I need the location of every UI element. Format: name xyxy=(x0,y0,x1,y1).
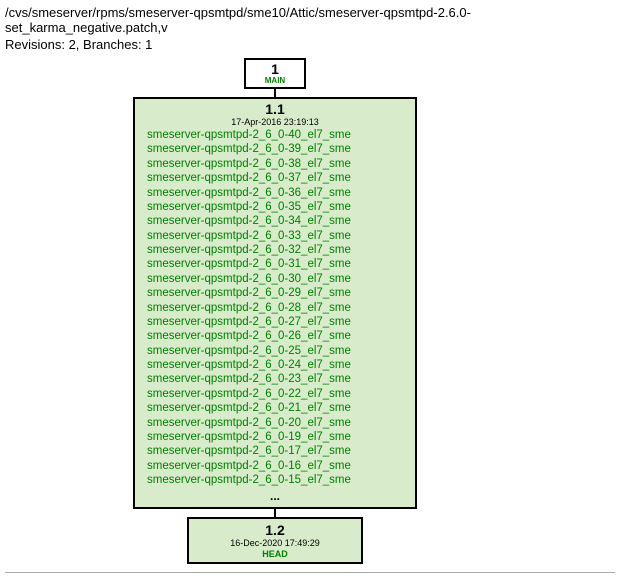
tag-item: smeserver-qpsmtpd-2_6_0-34_el7_sme xyxy=(147,214,403,228)
tag-item: smeserver-qpsmtpd-2_6_0-40_el7_sme xyxy=(147,128,403,142)
more-tags-ellipsis: ... xyxy=(145,489,405,503)
tag-item: smeserver-qpsmtpd-2_6_0-23_el7_sme xyxy=(147,372,403,386)
tag-item: smeserver-qpsmtpd-2_6_0-33_el7_sme xyxy=(147,229,403,243)
head-label: HEAD xyxy=(195,549,355,559)
tag-item: smeserver-qpsmtpd-2_6_0-17_el7_sme xyxy=(147,444,403,458)
branch-label-main: MAIN xyxy=(246,77,304,85)
file-path: /cvs/smeserver/rpms/smeserver-qpsmtpd/sm… xyxy=(5,5,615,35)
revision-node-1-2[interactable]: 1.2 16-Dec-2020 17:49:29 HEAD xyxy=(187,517,363,564)
tag-item: smeserver-qpsmtpd-2_6_0-25_el7_sme xyxy=(147,344,403,358)
tag-item: smeserver-qpsmtpd-2_6_0-22_el7_sme xyxy=(147,387,403,401)
tag-item: smeserver-qpsmtpd-2_6_0-31_el7_sme xyxy=(147,257,403,271)
divider-line xyxy=(5,572,615,573)
tag-item: smeserver-qpsmtpd-2_6_0-24_el7_sme xyxy=(147,358,403,372)
tag-item: smeserver-qpsmtpd-2_6_0-20_el7_sme xyxy=(147,416,403,430)
connector-line xyxy=(274,89,276,97)
tag-item: smeserver-qpsmtpd-2_6_0-15_el7_sme xyxy=(147,473,403,487)
tag-item: smeserver-qpsmtpd-2_6_0-29_el7_sme xyxy=(147,286,403,300)
tag-item: smeserver-qpsmtpd-2_6_0-38_el7_sme xyxy=(147,157,403,171)
revision-date: 16-Dec-2020 17:49:29 xyxy=(195,538,355,548)
tag-list: smeserver-qpsmtpd-2_6_0-40_el7_sme smese… xyxy=(145,128,405,487)
tag-item: smeserver-qpsmtpd-2_6_0-39_el7_sme xyxy=(147,142,403,156)
revision-number: 1.1 xyxy=(145,101,405,117)
connector-line xyxy=(274,509,276,517)
tag-item: smeserver-qpsmtpd-2_6_0-16_el7_sme xyxy=(147,459,403,473)
tag-item: smeserver-qpsmtpd-2_6_0-35_el7_sme xyxy=(147,200,403,214)
tag-item: smeserver-qpsmtpd-2_6_0-21_el7_sme xyxy=(147,401,403,415)
revision-graph: 1 MAIN 1.1 17-Apr-2016 23:19:13 smeserve… xyxy=(105,58,445,564)
tag-item: smeserver-qpsmtpd-2_6_0-32_el7_sme xyxy=(147,243,403,257)
tag-item: smeserver-qpsmtpd-2_6_0-36_el7_sme xyxy=(147,186,403,200)
tag-item: smeserver-qpsmtpd-2_6_0-27_el7_sme xyxy=(147,315,403,329)
tag-item: smeserver-qpsmtpd-2_6_0-37_el7_sme xyxy=(147,171,403,185)
revisions-summary: Revisions: 2, Branches: 1 xyxy=(5,37,615,52)
tag-item: smeserver-qpsmtpd-2_6_0-19_el7_sme xyxy=(147,430,403,444)
branch-node-main[interactable]: 1 MAIN xyxy=(244,58,306,89)
revision-node-1-1[interactable]: 1.1 17-Apr-2016 23:19:13 smeserver-qpsmt… xyxy=(133,97,417,509)
revision-number: 1.2 xyxy=(195,522,355,538)
tag-item: smeserver-qpsmtpd-2_6_0-30_el7_sme xyxy=(147,272,403,286)
tag-item: smeserver-qpsmtpd-2_6_0-28_el7_sme xyxy=(147,301,403,315)
branch-number: 1 xyxy=(246,62,304,76)
tag-item: smeserver-qpsmtpd-2_6_0-26_el7_sme xyxy=(147,329,403,343)
revision-date: 17-Apr-2016 23:19:13 xyxy=(145,117,405,127)
